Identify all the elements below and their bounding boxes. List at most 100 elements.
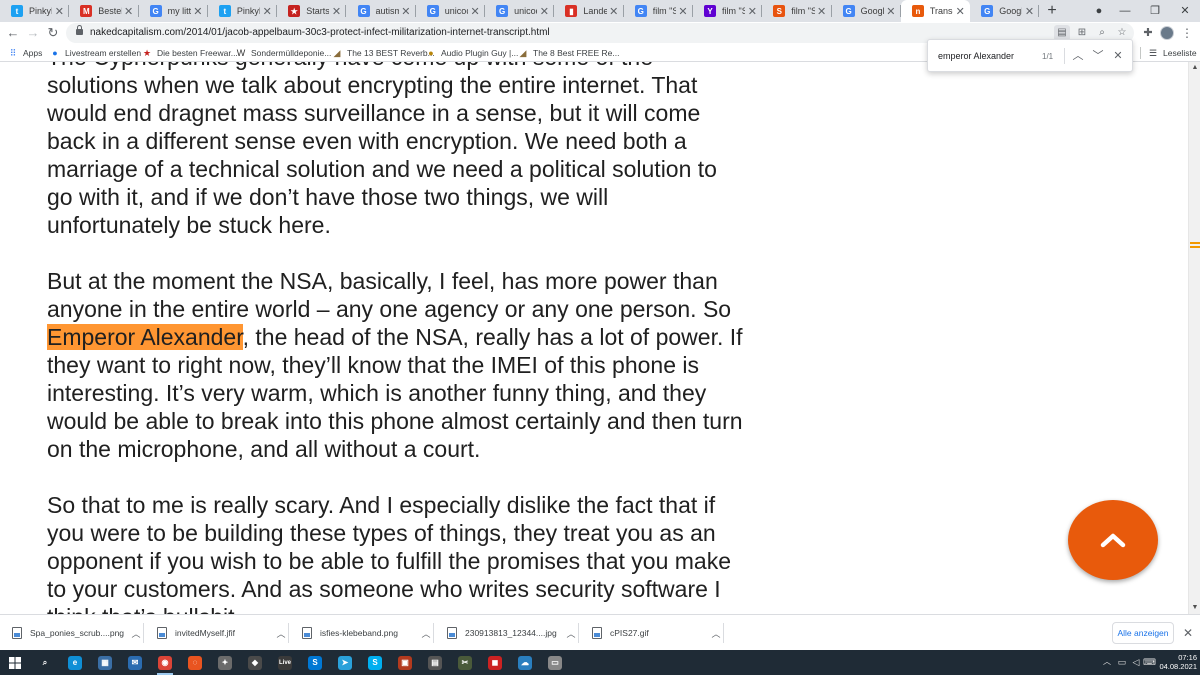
chevron-up-icon[interactable]: ︿: [128, 627, 144, 640]
tab-close-icon[interactable]: ✕: [122, 5, 136, 18]
tab-close-icon[interactable]: ✕: [191, 5, 205, 18]
tab-close-icon[interactable]: ✕: [1022, 5, 1036, 18]
forward-button[interactable]: →: [24, 24, 42, 42]
browser-tab[interactable]: n Transcri✕: [900, 0, 971, 22]
taskbar-app[interactable]: ☁: [514, 652, 536, 673]
download-item[interactable]: isfies-klebeband.png ︿: [290, 623, 434, 643]
chevron-up-icon[interactable]: ︿: [563, 627, 579, 640]
network-icon[interactable]: ▭: [1116, 656, 1128, 668]
window-close-icon[interactable]: ✕: [1170, 0, 1200, 22]
browser-tab[interactable]: G Google✕: [832, 0, 901, 22]
new-tab-button[interactable]: +: [1042, 1, 1062, 21]
bookmark-item[interactable]: ● Livestream erstellen: [50, 44, 141, 61]
reload-button[interactable]: ↻: [44, 24, 62, 42]
bookmark-item[interactable]: ● Audio Plugin Guy |...: [426, 44, 518, 61]
browser-tab[interactable]: G Google✕: [970, 0, 1040, 22]
taskbar-app[interactable]: ◆: [244, 652, 266, 673]
taskbar-app[interactable]: ✉: [124, 652, 146, 673]
url-text[interactable]: nakedcapitalism.com/2014/01/jacob-appelb…: [90, 27, 550, 38]
find-next-icon[interactable]: ﹀: [1090, 48, 1106, 64]
bookmark-item[interactable]: ◢ The 13 BEST Reverb...: [332, 44, 435, 61]
tab-close-icon[interactable]: ✕: [884, 5, 898, 18]
browser-tab[interactable]: Gunicode✕: [416, 0, 486, 22]
system-clock[interactable]: 07:16 04.08.2021: [1155, 653, 1197, 671]
download-item[interactable]: cPIS27.gif ︿: [580, 623, 724, 643]
download-item[interactable]: Spa_ponies_scrub....png ︿: [0, 623, 144, 643]
tab-close-icon[interactable]: ✕: [399, 5, 413, 18]
page-scrollbar[interactable]: ▲ ▼: [1188, 62, 1200, 614]
google-icon: G: [149, 5, 162, 17]
taskbar-app[interactable]: S: [304, 652, 326, 673]
profile-avatar[interactable]: [1160, 26, 1174, 40]
bookmark-item[interactable]: ◢ The 8 Best FREE Re...: [518, 44, 620, 61]
tab-close-icon[interactable]: ✕: [468, 5, 482, 18]
taskbar-app[interactable]: ▦: [94, 652, 116, 673]
taskbar-app[interactable]: Live: [274, 652, 296, 673]
browser-tab[interactable]: Gfilm "Sta✕: [624, 0, 693, 22]
web-page-viewport[interactable]: The Cypherpunks generally have come up w…: [0, 62, 1188, 614]
tab-close-icon[interactable]: ✕: [745, 5, 759, 18]
extensions-puzzle-icon[interactable]: ✚: [1140, 24, 1156, 42]
tab-close-icon[interactable]: ✕: [52, 5, 66, 18]
tab-close-icon[interactable]: ✕: [260, 5, 274, 18]
taskbar-app[interactable]: ➤: [334, 652, 356, 673]
download-item[interactable]: 230913813_12344....jpg ︿: [435, 623, 579, 643]
start-button[interactable]: [4, 652, 26, 673]
scroll-to-top-button[interactable]: [1068, 500, 1158, 580]
find-previous-icon[interactable]: ︿: [1070, 48, 1086, 64]
browser-tab[interactable]: M Bestellu✕: [69, 0, 139, 22]
clock-date: 04.08.2021: [1159, 662, 1197, 671]
browser-tab[interactable]: Gmy little✕: [139, 0, 208, 22]
google-icon: G: [357, 5, 370, 17]
find-input[interactable]: emperor Alexander: [938, 51, 1014, 61]
browser-tab[interactable]: Yfilm "Ste✕: [693, 0, 763, 22]
downloads-close-icon[interactable]: ✕: [1180, 623, 1196, 643]
download-item[interactable]: invitedMyself.jfif ︿: [145, 623, 289, 643]
taskbar-app[interactable]: ✦: [214, 652, 236, 673]
bookmark-item[interactable]: W Sondermülldeponie...: [236, 44, 332, 61]
browser-tab[interactable]: Sfilm "Sta✕: [762, 0, 832, 22]
taskbar-app[interactable]: S: [364, 652, 386, 673]
taskbar-app[interactable]: ▭: [544, 652, 566, 673]
taskbar-app[interactable]: ✂: [454, 652, 476, 673]
chevron-up-icon[interactable]: ︿: [708, 627, 724, 640]
reading-list-button[interactable]: ☰ Leseliste: [1148, 44, 1197, 61]
browser-tab[interactable]: Gunicode✕: [485, 0, 555, 22]
edge-icon: e: [68, 655, 82, 670]
taskbar-app[interactable]: ◌: [184, 652, 206, 673]
taskbar-app[interactable]: ▣: [394, 652, 416, 673]
tab-close-icon[interactable]: ✕: [537, 5, 551, 18]
tab-close-icon[interactable]: ✕: [329, 5, 343, 18]
language-icon[interactable]: ⌨: [1143, 656, 1156, 668]
taskbar-app[interactable]: ◼: [484, 652, 506, 673]
restore-icon[interactable]: ❐: [1140, 0, 1170, 22]
tab-title: Landev: [583, 6, 607, 16]
scroll-up-arrow-icon[interactable]: ▲: [1191, 64, 1199, 72]
taskbar-app[interactable]: e: [64, 652, 86, 673]
tab-close-icon[interactable]: ✕: [953, 5, 967, 18]
minimize-icon[interactable]: —: [1110, 0, 1140, 22]
browser-tab[interactable]: t PinkyDe✕: [0, 0, 70, 22]
bookmark-item[interactable]: ★ Die besten Freewar...: [142, 44, 238, 61]
tray-overflow-icon[interactable]: ︿: [1103, 656, 1111, 667]
browser-tab[interactable]: t PinkyDe✕: [208, 0, 278, 22]
tab-close-icon[interactable]: ✕: [607, 5, 621, 18]
menu-kebab-icon[interactable]: ⋮: [1180, 24, 1194, 42]
taskbar-app[interactable]: ⌕: [34, 652, 56, 673]
find-close-icon[interactable]: ✕: [1110, 48, 1126, 64]
chevron-up-icon[interactable]: ︿: [273, 627, 289, 640]
chevron-up-icon[interactable]: ︿: [418, 627, 434, 640]
show-all-downloads-button[interactable]: Alle anzeigen: [1112, 622, 1174, 644]
taskbar-app[interactable]: ▤: [424, 652, 446, 673]
tab-close-icon[interactable]: ✕: [676, 5, 690, 18]
browser-tab[interactable]: ★ Startseit✕: [277, 0, 347, 22]
browser-tab[interactable]: Gautism s✕: [347, 0, 416, 22]
lock-icon[interactable]: [76, 25, 83, 35]
scroll-down-arrow-icon[interactable]: ▼: [1191, 604, 1199, 612]
bookmark-item[interactable]: ⠿ Apps: [8, 44, 43, 61]
browser-tab[interactable]: ▮ Landev✕: [554, 0, 624, 22]
volume-icon[interactable]: ◁: [1130, 656, 1142, 668]
tab-close-icon[interactable]: ✕: [815, 5, 829, 18]
back-button[interactable]: ←: [4, 24, 22, 42]
taskbar-app[interactable]: ◉: [154, 652, 176, 675]
